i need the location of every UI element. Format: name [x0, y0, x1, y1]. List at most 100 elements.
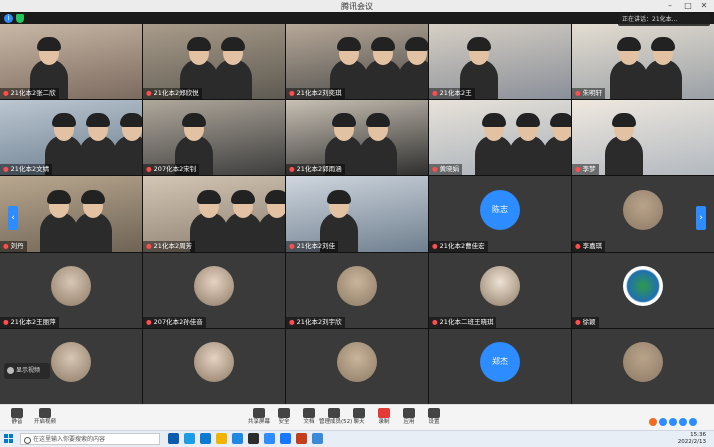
mail-icon[interactable]	[232, 433, 243, 444]
participant-tile[interactable]: ● 207化本2宋钊	[143, 100, 285, 176]
participant-name: ● 朱明轩	[572, 88, 606, 100]
ime-icon[interactable]	[669, 418, 677, 426]
participant-name-label: 21化本2王丽萍	[10, 317, 56, 326]
system-tray[interactable]: 15:36 2022/2/13	[678, 432, 706, 446]
participant-name-label: 21化本2刘佳	[296, 241, 336, 250]
mic-muted-icon: ●	[289, 317, 295, 326]
prev-page-arrow-icon[interactable]: ‹	[8, 206, 18, 230]
participant-video-figure	[40, 189, 78, 252]
participant-name: ● 21化本2张二欣	[0, 88, 59, 100]
participant-tile[interactable]: ● 21化本2王丽萍	[0, 252, 142, 328]
participant-name: ● 21化本2文婧	[0, 164, 53, 176]
mic-muted-icon: ●	[3, 241, 9, 250]
participant-name-label: 21化本2文婧	[10, 165, 50, 174]
participant-avatar	[194, 266, 234, 307]
participant-video-figure	[224, 189, 262, 252]
participant-avatar	[480, 266, 520, 307]
participant-name-label: 21化本2郭雨涵	[296, 165, 342, 174]
meeting-info-icon[interactable]: i	[4, 14, 13, 23]
participant-video-figure	[509, 113, 547, 176]
participant-name: ● 李梦	[572, 164, 599, 176]
participant-video-figure	[543, 113, 571, 176]
participant-tile[interactable]: ● 徐颖	[572, 252, 714, 328]
participant-tile[interactable]: 郑杰	[429, 328, 571, 404]
close-icon[interactable]: ✕	[696, 0, 712, 12]
participant-avatar	[337, 266, 377, 307]
participant-tile[interactable]: 陈志 ● 21化本2曹佳宏	[429, 176, 571, 252]
participant-tile[interactable]	[286, 328, 428, 404]
participant-tile[interactable]: ● 朱明轩	[572, 24, 714, 100]
participant-tile[interactable]: ● 21化本2王	[429, 24, 571, 100]
mic-muted-icon: ●	[3, 89, 9, 98]
participant-name: ● 21化本2曹佳宏	[429, 240, 488, 252]
mic-muted-icon: ●	[432, 165, 438, 174]
participant-tile[interactable]: ● 李嘉琪	[572, 176, 714, 252]
steam-icon[interactable]	[248, 433, 259, 444]
participant-tile[interactable]: ● 21化本2郑欣悦	[143, 24, 285, 100]
tencent-meeting-icon[interactable]	[264, 433, 275, 444]
mic-muted-icon: ●	[289, 165, 295, 174]
participant-avatar	[51, 342, 91, 383]
next-page-arrow-icon[interactable]: ›	[696, 206, 706, 230]
participant-tile[interactable]: ● 21化本2周芳	[143, 176, 285, 252]
participant-tile[interactable]: ● 刘丹	[0, 176, 142, 252]
minimize-icon[interactable]: –	[662, 0, 678, 12]
store-icon[interactable]	[200, 433, 211, 444]
speaking-indicator: 正在讲话：21化本...	[618, 14, 710, 26]
camera-button[interactable]: 开启视频	[30, 407, 60, 429]
title-bar: 腾讯会议 – □ ✕	[0, 0, 714, 12]
mic-icon	[11, 408, 23, 418]
app-icon[interactable]	[280, 433, 291, 444]
participant-grid: ● 21化本2张二欣 ● 21化本2郑欣悦 ● 21化本2刘奕琪 ● 21化本2王 ● 朱明轩 ● 2…	[0, 24, 714, 404]
gear-button[interactable]: 设置	[419, 407, 449, 429]
participant-tile[interactable]: ● 黄晓娟	[429, 100, 571, 176]
mic-muted-icon: ●	[146, 165, 152, 174]
participant-tile[interactable]	[143, 328, 285, 404]
app-icon[interactable]	[312, 433, 323, 444]
input-method-tray	[648, 411, 698, 426]
participant-tile[interactable]: ● 李梦	[572, 100, 714, 176]
edge-browser-icon[interactable]	[184, 433, 195, 444]
task-view-icon[interactable]	[168, 433, 179, 444]
ime-icon[interactable]	[689, 418, 697, 426]
powerpoint-icon[interactable]	[296, 433, 307, 444]
self-view-control[interactable]: 显示视频	[4, 363, 50, 379]
participant-video-figure	[258, 189, 285, 252]
file-explorer-icon[interactable]	[216, 433, 227, 444]
participant-name-label: 李嘉琪	[582, 241, 603, 250]
participant-name: ● 21化本2王	[429, 88, 475, 100]
participant-video-figure	[644, 37, 682, 100]
maximize-icon[interactable]: □	[680, 0, 696, 12]
participant-tile[interactable]: ● 21化本2文婧	[0, 100, 142, 176]
participant-tile[interactable]: ● 21化本二班王晓琪	[429, 252, 571, 328]
taskbar-search-input[interactable]: 在这里输入你要搜索的内容	[20, 433, 160, 445]
participant-name: ● 21化本2郭雨涵	[286, 164, 345, 176]
share-screen-icon	[253, 408, 265, 418]
mic-muted-icon: ●	[575, 89, 581, 98]
clock-date: 2022/2/13	[677, 439, 706, 445]
participant-tile[interactable]	[572, 328, 714, 404]
participant-tile[interactable]: ● 21化本2刘宇欣	[286, 252, 428, 328]
participant-video-figure	[79, 113, 117, 176]
gear-icon	[428, 408, 440, 418]
ime-icon[interactable]	[659, 418, 667, 426]
participant-tile[interactable]: ● 21化本2刘奕琪	[286, 24, 428, 100]
participant-name: ● 207化本2宋钊	[143, 164, 200, 176]
record-icon	[378, 408, 390, 418]
participant-tile[interactable]: ● 21化本2刘佳	[286, 176, 428, 252]
ime-icon[interactable]	[679, 418, 687, 426]
participant-tile[interactable]: ● 207化本2孙佳音	[143, 252, 285, 328]
participant-tile[interactable]: ● 21化本2张二欣	[0, 24, 142, 100]
security-shield-icon[interactable]	[16, 14, 24, 23]
mic-muted-icon: ●	[432, 317, 438, 326]
participant-tile[interactable]: ● 21化本2郭雨涵	[286, 100, 428, 176]
ime-s-icon[interactable]	[649, 418, 657, 426]
participant-video-figure	[113, 113, 142, 176]
search-placeholder: 在这里输入你要搜索的内容	[33, 436, 106, 443]
participant-name-label: 朱明轩	[582, 89, 603, 98]
toolbar-button-label: 开启视频	[33, 419, 56, 425]
mic-button[interactable]: 静音	[2, 407, 32, 429]
mic-muted-icon: ●	[575, 241, 581, 250]
windows-start-icon[interactable]	[4, 434, 14, 444]
participant-video-figure	[610, 37, 648, 100]
